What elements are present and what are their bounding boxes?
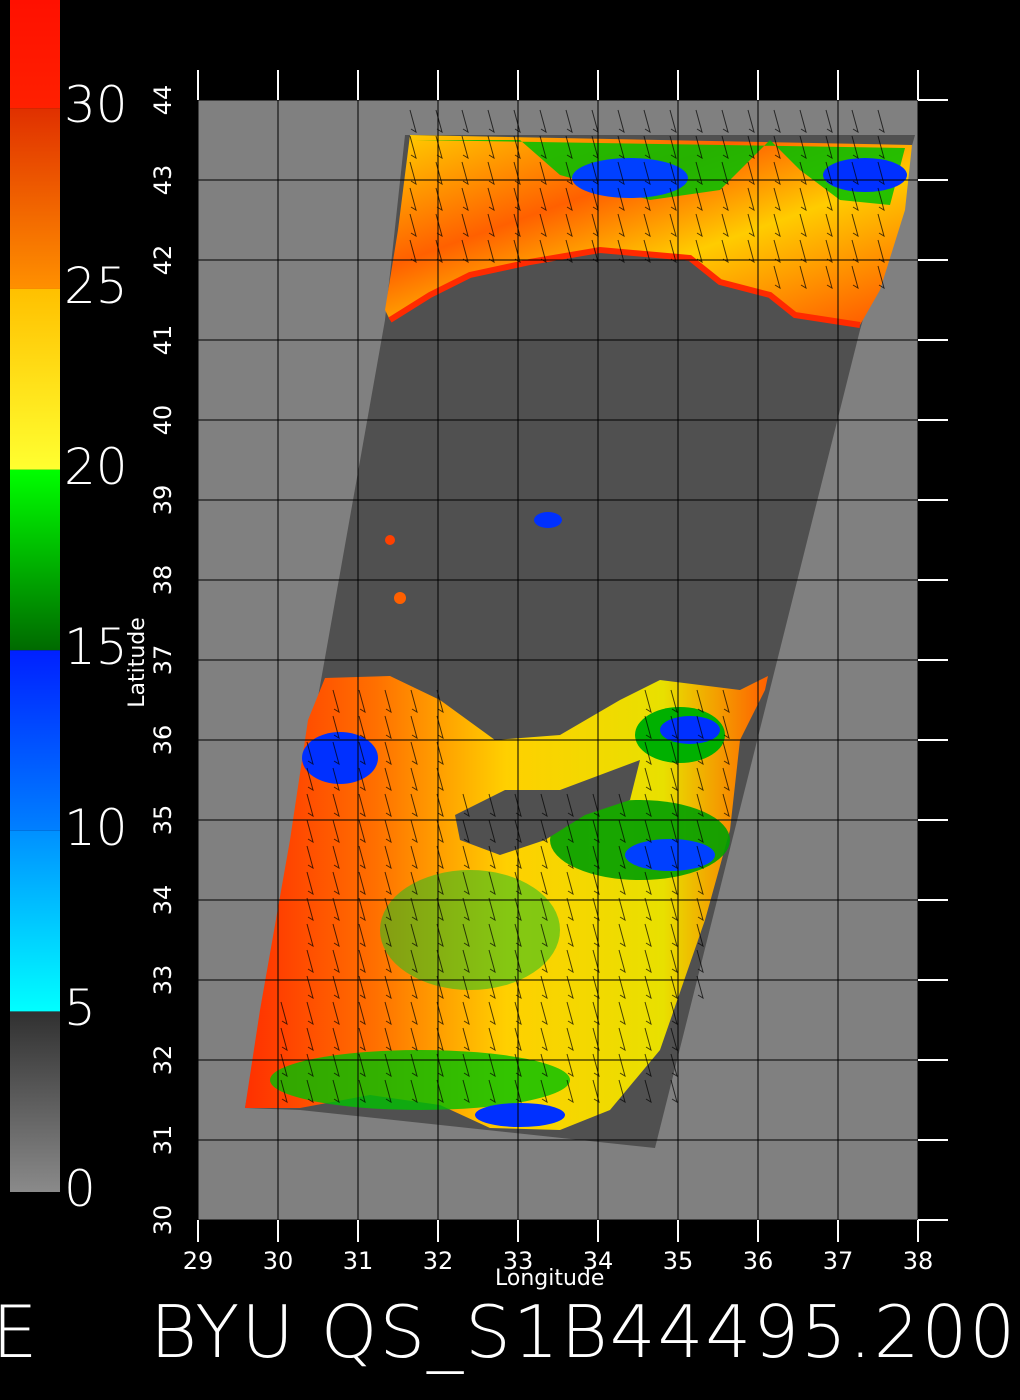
colorbar-segment bbox=[10, 1011, 60, 1192]
colorbar-label: 15 bbox=[64, 618, 128, 677]
y-axis-title: Latitude bbox=[124, 617, 150, 708]
colorbar-label: 5 bbox=[64, 979, 96, 1038]
lat-tick-label: 40 bbox=[149, 404, 177, 436]
calm-patch-south bbox=[475, 1103, 565, 1127]
colorbar-label: 10 bbox=[64, 798, 128, 857]
colorbar-label: 0 bbox=[64, 1160, 96, 1218]
lon-tick-label: 31 bbox=[342, 1247, 374, 1275]
lake-2 bbox=[385, 535, 395, 545]
lat-tick-label: 42 bbox=[149, 244, 177, 276]
lon-tick-label: 35 bbox=[662, 1247, 694, 1275]
lon-tick-label: 37 bbox=[822, 1247, 854, 1275]
colorbar-label: 20 bbox=[64, 437, 128, 496]
lon-tick-label: 38 bbox=[902, 1247, 934, 1275]
lat-tick-label: 37 bbox=[149, 644, 177, 676]
colorbar-segment bbox=[10, 469, 60, 651]
colorbar-segment bbox=[10, 0, 60, 109]
footer-left-fragment: E bbox=[0, 1290, 38, 1374]
calm-patch-southeast bbox=[625, 839, 715, 871]
lat-tick-label: 41 bbox=[149, 324, 177, 356]
lat-tick-label: 35 bbox=[149, 804, 177, 836]
colorbar-label: 30 bbox=[64, 76, 128, 135]
lat-tick-label: 38 bbox=[149, 564, 177, 596]
wind-speed-colorbar bbox=[10, 0, 60, 1192]
colorbar-segment bbox=[10, 288, 60, 470]
green-region-south bbox=[270, 1050, 570, 1110]
lat-tick-label: 33 bbox=[149, 964, 177, 996]
colorbar-segment bbox=[10, 830, 60, 1012]
lon-tick-label: 32 bbox=[422, 1247, 454, 1275]
lat-tick-label: 39 bbox=[149, 484, 177, 516]
lat-tick-label: 30 bbox=[149, 1204, 177, 1236]
footer-caption: BYU QS_S1B44495.200 bbox=[150, 1290, 1018, 1374]
lat-tick-label: 31 bbox=[149, 1124, 177, 1156]
colorbar-segment bbox=[10, 108, 60, 289]
lake-1 bbox=[534, 512, 562, 528]
lat-tick-label: 36 bbox=[149, 724, 177, 756]
colorbar-label: 25 bbox=[64, 256, 128, 315]
x-axis-title: Longitude bbox=[495, 1266, 605, 1291]
lon-tick-label: 36 bbox=[742, 1247, 774, 1275]
lake-3 bbox=[394, 592, 406, 604]
wind-speed-map bbox=[197, 70, 948, 1242]
lat-tick-label: 34 bbox=[149, 884, 177, 916]
colorbar-segment bbox=[10, 650, 60, 831]
lat-tick-label: 32 bbox=[149, 1044, 177, 1076]
calm-patch-northeast bbox=[823, 158, 907, 192]
lon-tick-label: 30 bbox=[262, 1247, 294, 1275]
lat-tick-label: 43 bbox=[149, 164, 177, 196]
lat-tick-label: 44 bbox=[149, 84, 177, 116]
green-region-central bbox=[380, 870, 560, 990]
lon-tick-label: 29 bbox=[182, 1247, 214, 1275]
